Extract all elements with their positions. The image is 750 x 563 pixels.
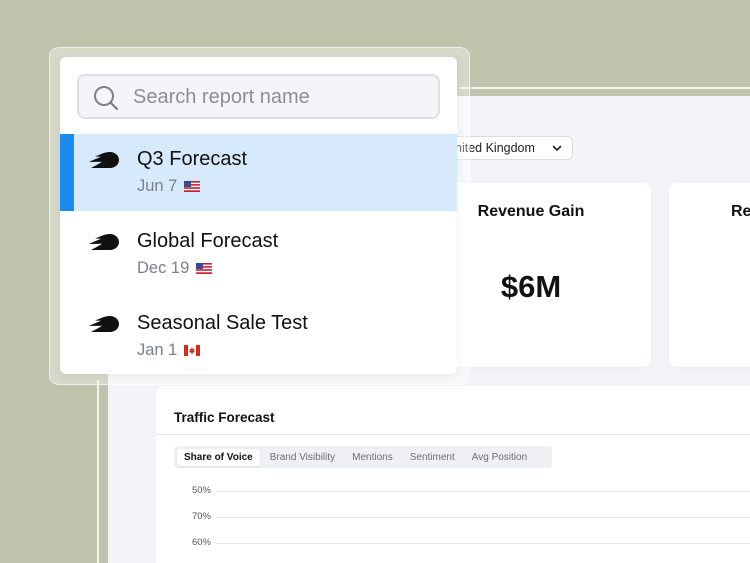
report-name: Global Forecast	[137, 230, 279, 252]
report-date: Jun 7	[137, 177, 178, 195]
background-divider-vertical	[97, 380, 99, 563]
comet-logo-icon	[89, 152, 119, 168]
report-picker: Q3 Forecast Jun 7 Global Forecast Dec 19	[60, 57, 457, 374]
metric-tabs: Share of Voice Brand Visibility Mentions…	[174, 446, 552, 468]
y-tick-label: 60%	[191, 537, 211, 548]
tab-share-of-voice[interactable]: Share of Voice	[177, 448, 260, 466]
tab-avg-position[interactable]: Avg Position	[465, 449, 534, 466]
report-name: Q3 Forecast	[137, 148, 248, 170]
report-date: Dec 19	[137, 259, 190, 277]
gridline	[216, 491, 750, 492]
report-item-global-forecast[interactable]: Global Forecast Dec 19	[60, 216, 457, 293]
canada-flag-icon	[184, 345, 201, 356]
report-date: Jan 1	[137, 341, 178, 359]
tab-sentiment[interactable]: Sentiment	[403, 449, 462, 466]
search-icon	[94, 86, 119, 111]
gridline	[216, 517, 750, 518]
us-flag-icon	[196, 263, 213, 274]
card-title: Re	[731, 203, 750, 220]
report-name: Seasonal Sale Test	[137, 312, 308, 334]
comet-logo-icon	[89, 316, 119, 332]
tab-brand-visibility[interactable]: Brand Visibility	[263, 449, 342, 466]
selection-indicator	[60, 134, 74, 211]
traffic-forecast-panel: Traffic Forecast Share of Voice Brand Vi…	[156, 386, 750, 563]
gridline	[216, 543, 750, 544]
panel-title: Traffic Forecast	[174, 410, 275, 425]
tab-mentions[interactable]: Mentions	[345, 449, 400, 466]
search-box	[77, 74, 440, 119]
background-divider-horizontal	[460, 87, 750, 89]
y-tick-label: 70%	[191, 511, 211, 522]
y-tick-label: 50%	[191, 485, 211, 496]
metric-card: Re	[669, 183, 750, 367]
divider	[156, 434, 750, 435]
us-flag-icon	[184, 181, 201, 192]
search-input[interactable]	[133, 82, 428, 112]
report-item-seasonal-sale-test[interactable]: Seasonal Sale Test Jan 1	[60, 298, 457, 374]
report-item-q3-forecast[interactable]: Q3 Forecast Jun 7	[60, 134, 457, 211]
comet-logo-icon	[89, 234, 119, 250]
chevron-down-icon	[552, 145, 562, 151]
